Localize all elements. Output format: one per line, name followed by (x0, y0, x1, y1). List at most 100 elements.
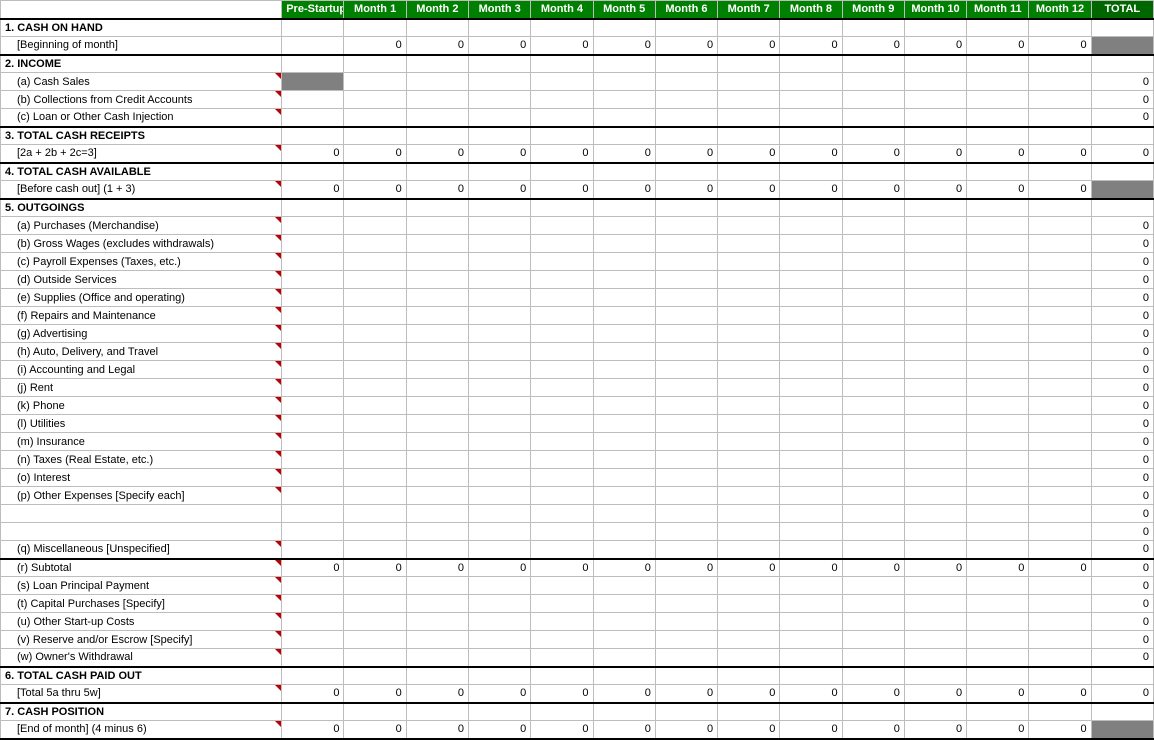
cell-m11[interactable]: 0 (967, 145, 1029, 163)
cell-m2[interactable] (406, 631, 468, 649)
cell-m9[interactable] (842, 253, 904, 271)
cell-m12[interactable] (1029, 397, 1091, 415)
cell-m6[interactable] (655, 271, 717, 289)
cell-m9[interactable] (842, 667, 904, 685)
cell-m3[interactable] (469, 91, 531, 109)
cell-m12[interactable] (1029, 55, 1091, 73)
header-month-7[interactable]: Month 7 (718, 1, 780, 19)
cell-m5[interactable] (593, 235, 655, 253)
cell-m3[interactable] (469, 577, 531, 595)
cell-m10[interactable]: 0 (904, 559, 966, 577)
cell-m7[interactable] (718, 595, 780, 613)
cell-m1[interactable] (344, 451, 406, 469)
cell-m2[interactable] (406, 451, 468, 469)
cell-m3[interactable] (469, 109, 531, 127)
cell-m11[interactable] (967, 289, 1029, 307)
cell-m10[interactable] (904, 325, 966, 343)
cell-m4[interactable] (531, 109, 593, 127)
cell-m1[interactable]: 0 (344, 559, 406, 577)
cell-m9[interactable] (842, 91, 904, 109)
cell-m3[interactable] (469, 217, 531, 235)
cell-m4[interactable]: 0 (531, 145, 593, 163)
cell-m6[interactable] (655, 469, 717, 487)
cell-m2[interactable] (406, 523, 468, 541)
cell-m7[interactable] (718, 469, 780, 487)
cell-pre[interactable] (282, 649, 344, 667)
cell-m11[interactable] (967, 253, 1029, 271)
cell-m8[interactable] (780, 343, 842, 361)
cell-m10[interactable] (904, 217, 966, 235)
cell-m9[interactable] (842, 235, 904, 253)
row-label[interactable]: (g) Advertising (1, 325, 282, 343)
cell-m8[interactable]: 0 (780, 145, 842, 163)
cell-m11[interactable] (967, 613, 1029, 631)
cell-m8[interactable] (780, 199, 842, 217)
header-month-4[interactable]: Month 4 (531, 1, 593, 19)
cell-m10[interactable] (904, 109, 966, 127)
cell-m2[interactable]: 0 (406, 37, 468, 55)
cell-m6[interactable] (655, 703, 717, 721)
cell-m6[interactable] (655, 289, 717, 307)
cell-m10[interactable] (904, 505, 966, 523)
cell-m4[interactable] (531, 199, 593, 217)
cell-total[interactable]: 0 (1091, 325, 1153, 343)
row-label[interactable]: (c) Payroll Expenses (Taxes, etc.) (1, 253, 282, 271)
cell-total[interactable]: 0 (1091, 145, 1153, 163)
cell-m6[interactable] (655, 505, 717, 523)
cell-m1[interactable] (344, 127, 406, 145)
cell-m10[interactable]: 0 (904, 145, 966, 163)
cell-m1[interactable] (344, 343, 406, 361)
cell-m11[interactable] (967, 73, 1029, 91)
cell-m6[interactable] (655, 19, 717, 37)
cell-m11[interactable] (967, 505, 1029, 523)
cell-m1[interactable] (344, 55, 406, 73)
cell-pre[interactable] (282, 289, 344, 307)
cell-m8[interactable] (780, 217, 842, 235)
cell-m1[interactable] (344, 631, 406, 649)
row-label[interactable]: [End of month] (4 minus 6) (1, 721, 282, 739)
cell-total[interactable] (1091, 199, 1153, 217)
cell-m12[interactable] (1029, 325, 1091, 343)
cell-m5[interactable] (593, 73, 655, 91)
cell-m5[interactable] (593, 199, 655, 217)
row-label[interactable]: (k) Phone (1, 397, 282, 415)
cell-total[interactable] (1091, 19, 1153, 37)
cell-m8[interactable] (780, 613, 842, 631)
cell-m3[interactable] (469, 451, 531, 469)
cell-m4[interactable] (531, 649, 593, 667)
cell-m5[interactable] (593, 55, 655, 73)
cell-m11[interactable] (967, 397, 1029, 415)
row-label[interactable]: 2. INCOME (1, 55, 282, 73)
cell-m2[interactable] (406, 235, 468, 253)
cell-m4[interactable] (531, 307, 593, 325)
cell-m12[interactable] (1029, 433, 1091, 451)
cell-total[interactable]: 0 (1091, 397, 1153, 415)
cell-m8[interactable] (780, 235, 842, 253)
header-month-10[interactable]: Month 10 (904, 1, 966, 19)
cell-m4[interactable] (531, 577, 593, 595)
cell-m7[interactable] (718, 55, 780, 73)
cell-m8[interactable] (780, 541, 842, 559)
cell-m6[interactable] (655, 73, 717, 91)
cell-m10[interactable] (904, 55, 966, 73)
cell-m11[interactable] (967, 667, 1029, 685)
cell-m6[interactable] (655, 127, 717, 145)
row-label[interactable]: (t) Capital Purchases [Specify] (1, 595, 282, 613)
cell-m5[interactable] (593, 217, 655, 235)
cell-m10[interactable] (904, 631, 966, 649)
cell-m9[interactable] (842, 541, 904, 559)
cell-m12[interactable] (1029, 541, 1091, 559)
cell-m8[interactable] (780, 307, 842, 325)
header-month-2[interactable]: Month 2 (406, 1, 468, 19)
cell-m1[interactable] (344, 595, 406, 613)
cell-m2[interactable] (406, 433, 468, 451)
cell-m1[interactable] (344, 397, 406, 415)
cell-m3[interactable]: 0 (469, 721, 531, 739)
cell-m3[interactable] (469, 235, 531, 253)
cell-m5[interactable] (593, 505, 655, 523)
cell-m3[interactable] (469, 433, 531, 451)
cell-pre[interactable] (282, 469, 344, 487)
cell-total[interactable]: 0 (1091, 415, 1153, 433)
cell-m7[interactable]: 0 (718, 181, 780, 199)
cell-m5[interactable] (593, 541, 655, 559)
